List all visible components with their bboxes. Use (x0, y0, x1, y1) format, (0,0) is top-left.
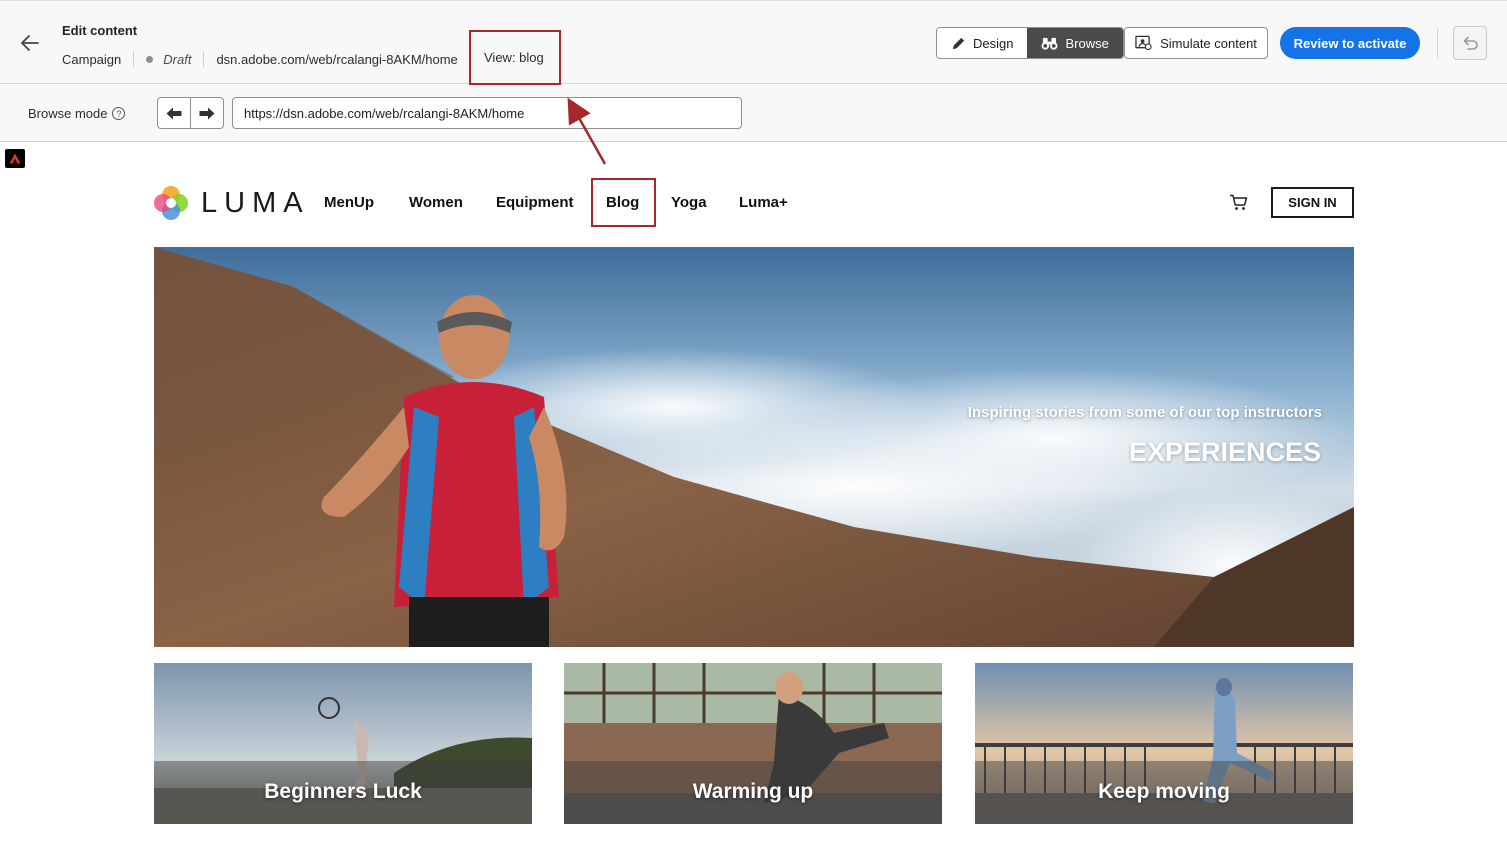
simulate-label: Simulate content (1160, 35, 1257, 51)
simulate-icon (1135, 35, 1152, 51)
breadcrumb: Campaign Draft dsn.adobe.com/web/rcalang… (62, 50, 458, 68)
nav-women[interactable]: Women (409, 194, 463, 211)
history-nav (157, 97, 224, 129)
adobe-badge (5, 149, 25, 168)
divider (133, 51, 135, 67)
logo-text: LUMA (201, 186, 310, 219)
blog-card[interactable]: Keep moving (975, 663, 1353, 824)
back-button[interactable] (18, 31, 42, 55)
hero-subtitle: Inspiring stories from some of our top i… (967, 404, 1322, 421)
divider (1437, 28, 1438, 58)
browse-bar: Browse mode ? (0, 85, 1507, 142)
divider (203, 51, 205, 67)
cart-icon (1230, 194, 1248, 210)
design-button[interactable]: Design (937, 28, 1028, 58)
adobe-icon (9, 153, 21, 164)
hero-banner[interactable]: Inspiring stories from some of our top i… (154, 247, 1354, 647)
annotation-box-view (469, 30, 561, 85)
cart-button[interactable] (1229, 194, 1248, 216)
forward-nav-button[interactable] (190, 98, 223, 128)
breadcrumb-url: dsn.adobe.com/web/rcalangi-8AKM/home (216, 51, 458, 67)
breadcrumb-type: Campaign (62, 51, 122, 67)
card-title: Beginners Luck (264, 780, 422, 803)
blog-card[interactable]: Warming up (564, 663, 942, 824)
card-title: Keep moving (1098, 780, 1230, 803)
help-icon[interactable]: ? (112, 107, 126, 120)
browse-mode-label: Browse mode ? (28, 106, 126, 121)
nav-luma-plus[interactable]: Luma+ (739, 194, 788, 211)
url-input[interactable] (232, 97, 742, 129)
pencil-icon (952, 37, 965, 49)
luma-logo-icon (154, 186, 188, 220)
review-to-activate-button[interactable]: Review to activate (1280, 27, 1420, 59)
binoculars-icon (1042, 37, 1058, 50)
browse-label: Browse (1065, 35, 1109, 51)
blog-card[interactable]: Beginners Luck (154, 663, 532, 824)
nav-equipment[interactable]: Equipment (496, 194, 574, 211)
back-nav-button[interactable] (158, 98, 190, 128)
editor-header: Edit content Campaign Draft dsn.adobe.co… (0, 0, 1507, 84)
sign-in-button[interactable]: SIGN IN (1271, 187, 1354, 218)
browse-mode-text: Browse mode (28, 106, 108, 121)
design-label: Design (973, 35, 1014, 51)
undo-button[interactable] (1453, 26, 1487, 60)
browse-button[interactable]: Browse (1027, 28, 1123, 58)
nav-yoga[interactable]: Yoga (671, 194, 707, 211)
page-title: Edit content (62, 23, 138, 38)
arrow-right-icon (199, 107, 215, 119)
arrow-left-icon (166, 107, 182, 119)
back-arrow-icon (21, 35, 39, 51)
mode-toggle: Design Browse (936, 27, 1124, 59)
undo-icon (1463, 36, 1478, 50)
hero-title: EXPERIENCES (1128, 437, 1321, 467)
simulate-content-button[interactable]: Simulate content (1124, 27, 1268, 59)
luma-logo[interactable]: LUMA (153, 185, 310, 221)
status-badge: Draft (163, 51, 192, 67)
annotation-box-blog (591, 178, 656, 227)
card-title: Warming up (692, 780, 814, 803)
nav-menup[interactable]: MenUp (324, 194, 374, 211)
status-dot (146, 55, 154, 63)
